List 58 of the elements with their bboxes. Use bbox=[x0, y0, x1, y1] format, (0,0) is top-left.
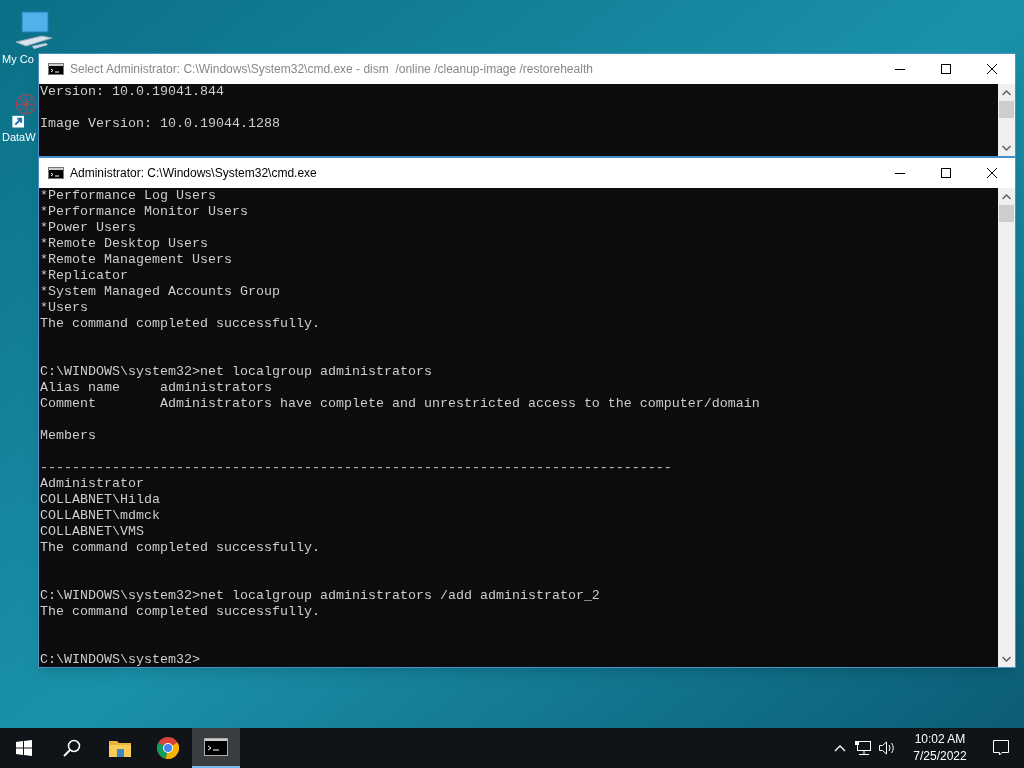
maximize-icon bbox=[941, 64, 951, 74]
network-graph-icon bbox=[12, 94, 38, 128]
terminal-icon bbox=[48, 63, 64, 75]
console-line: ------------------------------------------------------------------------------- bbox=[40, 460, 673, 476]
console-line: *Replicator bbox=[40, 268, 129, 284]
console-line: COLLABNET\mdmck bbox=[40, 508, 161, 524]
search-icon bbox=[63, 739, 81, 757]
console-line: Version: 10.0.19041.844 bbox=[40, 84, 225, 100]
console-line: C:\WINDOWS\system32>net localgroup administrators /add administrator_2 bbox=[40, 588, 601, 604]
windows-logo-icon bbox=[16, 740, 32, 756]
scroll-down-icon[interactable] bbox=[1002, 656, 1011, 662]
console-line: The command completed successfully. bbox=[40, 540, 321, 556]
scroll-thumb[interactable] bbox=[999, 205, 1014, 222]
console-line: *Performance Log Users bbox=[40, 188, 217, 204]
console-line: The command completed successfully. bbox=[40, 604, 321, 620]
console-line: COLLABNET\VMS bbox=[40, 524, 145, 540]
window-title: Administrator: C:\Windows\System32\cmd.exe bbox=[70, 165, 317, 182]
desktop-icon-label[interactable]: DataW bbox=[0, 130, 36, 144]
clock[interactable]: 10:02 AM 7/25/2022 bbox=[902, 731, 978, 765]
console-line: C:\WINDOWS\system32> bbox=[40, 652, 201, 667]
chevron-up-icon[interactable] bbox=[834, 744, 846, 752]
window-title: Select Administrator: C:\Windows\System32\cmd.exe - dism /online /cleanup-image /restorehealth bbox=[70, 61, 593, 78]
console-line: Comment Administrators have complete and unrestricted access to the computer/domain bbox=[40, 396, 761, 412]
console-line: *Power Users bbox=[40, 220, 137, 236]
network-icon[interactable] bbox=[854, 740, 872, 756]
speaker-icon[interactable] bbox=[878, 740, 896, 756]
console-line: COLLABNET\Hilda bbox=[40, 492, 161, 508]
console-line: Members bbox=[40, 428, 97, 444]
scroll-up-icon[interactable] bbox=[1002, 194, 1011, 200]
terminal-icon bbox=[204, 738, 228, 756]
scroll-up-icon[interactable] bbox=[1002, 90, 1011, 96]
console-line: Image Version: 10.0.19044.1288 bbox=[40, 116, 281, 132]
close-icon bbox=[987, 168, 997, 178]
console-line: C:\WINDOWS\system32>net localgroup administrators bbox=[40, 364, 433, 380]
console-line: *Users bbox=[40, 300, 89, 316]
clock-date: 7/25/2022 bbox=[913, 748, 967, 765]
minimize-icon bbox=[895, 172, 905, 174]
speech-bubble-icon bbox=[993, 740, 1009, 756]
taskbar-button[interactable] bbox=[192, 728, 240, 768]
minimize-icon bbox=[895, 68, 905, 70]
scrollbar[interactable] bbox=[998, 84, 1015, 156]
console-line: *Remote Management Users bbox=[40, 252, 233, 268]
scroll-thumb[interactable] bbox=[999, 101, 1014, 118]
terminal-icon bbox=[48, 167, 64, 179]
console-line: *System Managed Accounts Group bbox=[40, 284, 281, 300]
console-line: Alias name administrators bbox=[40, 380, 273, 396]
console-line: *Remote Desktop Users bbox=[40, 236, 209, 252]
clock-time: 10:02 AM bbox=[914, 731, 966, 748]
console-line: The command completed successfully. bbox=[40, 316, 321, 332]
scrollbar[interactable] bbox=[998, 188, 1015, 667]
scroll-down-icon[interactable] bbox=[1002, 145, 1011, 151]
console-line: *Performance Monitor Users bbox=[40, 204, 249, 220]
folder-icon bbox=[109, 739, 131, 757]
maximize-icon bbox=[941, 168, 951, 178]
console-line: Administrator bbox=[40, 476, 145, 492]
close-icon bbox=[987, 64, 997, 74]
browser-icon bbox=[157, 737, 179, 759]
desktop-icon-label[interactable]: My Co bbox=[0, 52, 34, 66]
